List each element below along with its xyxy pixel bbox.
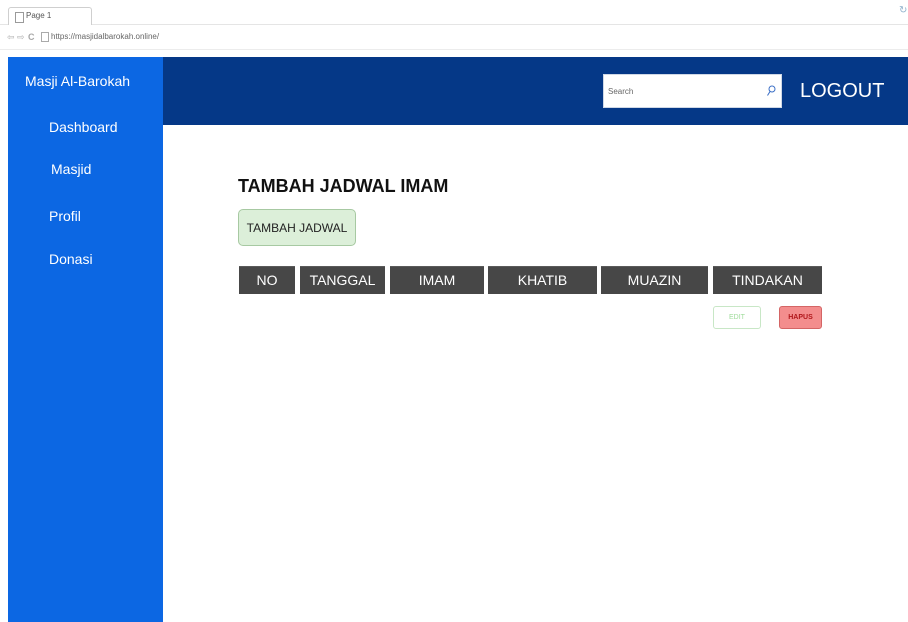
table-header-tindakan: TINDAKAN <box>713 266 822 294</box>
brand-title: Masji Al-Barokah <box>25 73 131 89</box>
top-header: LOGOUT <box>163 57 908 125</box>
delete-button[interactable]: HAPUS <box>779 306 822 329</box>
table-header-no: NO <box>239 266 295 294</box>
sidebar-item-profil[interactable]: Profil <box>49 208 81 224</box>
table-header-imam: IMAM <box>390 266 484 294</box>
table-header-muazin: MUAZIN <box>601 266 708 294</box>
browser-tab-bar: Page 1 ↻ <box>0 0 908 25</box>
logout-button[interactable]: LOGOUT <box>800 80 884 103</box>
table-header-tanggal: TANGGAL <box>300 266 385 294</box>
search-input[interactable] <box>608 75 758 107</box>
sidebar-item-masjid[interactable]: Masjid <box>51 161 91 177</box>
sidebar-item-dashboard[interactable]: Dashboard <box>49 119 118 135</box>
back-arrow-icon[interactable]: ⇦ <box>7 32 15 42</box>
forward-arrow-icon[interactable]: ⇨ <box>17 32 25 42</box>
browser-address-bar: ⇦ ⇨ C https://masjidalbarokah.online/ <box>0 25 908 50</box>
page-title: TAMBAH JADWAL IMAM <box>238 176 449 196</box>
edit-button[interactable]: EDIT <box>713 306 761 329</box>
page-icon <box>15 12 24 23</box>
reload-icon[interactable]: C <box>28 32 35 42</box>
sidebar: Masji Al-Barokah Dashboard Masjid Profil… <box>8 57 163 622</box>
refresh-icon[interactable]: ↻ <box>899 6 908 16</box>
search-box <box>603 74 782 108</box>
add-schedule-button[interactable]: TAMBAH JADWAL <box>238 209 356 246</box>
page-icon <box>41 32 49 42</box>
search-icon[interactable] <box>766 85 776 97</box>
tab-title: Page 1 <box>26 11 52 20</box>
url-field[interactable]: https://masjidalbarokah.online/ <box>51 32 159 41</box>
sidebar-item-donasi[interactable]: Donasi <box>49 251 93 267</box>
browser-tab[interactable]: Page 1 <box>8 7 92 25</box>
table-header-khatib: KHATIB <box>488 266 597 294</box>
